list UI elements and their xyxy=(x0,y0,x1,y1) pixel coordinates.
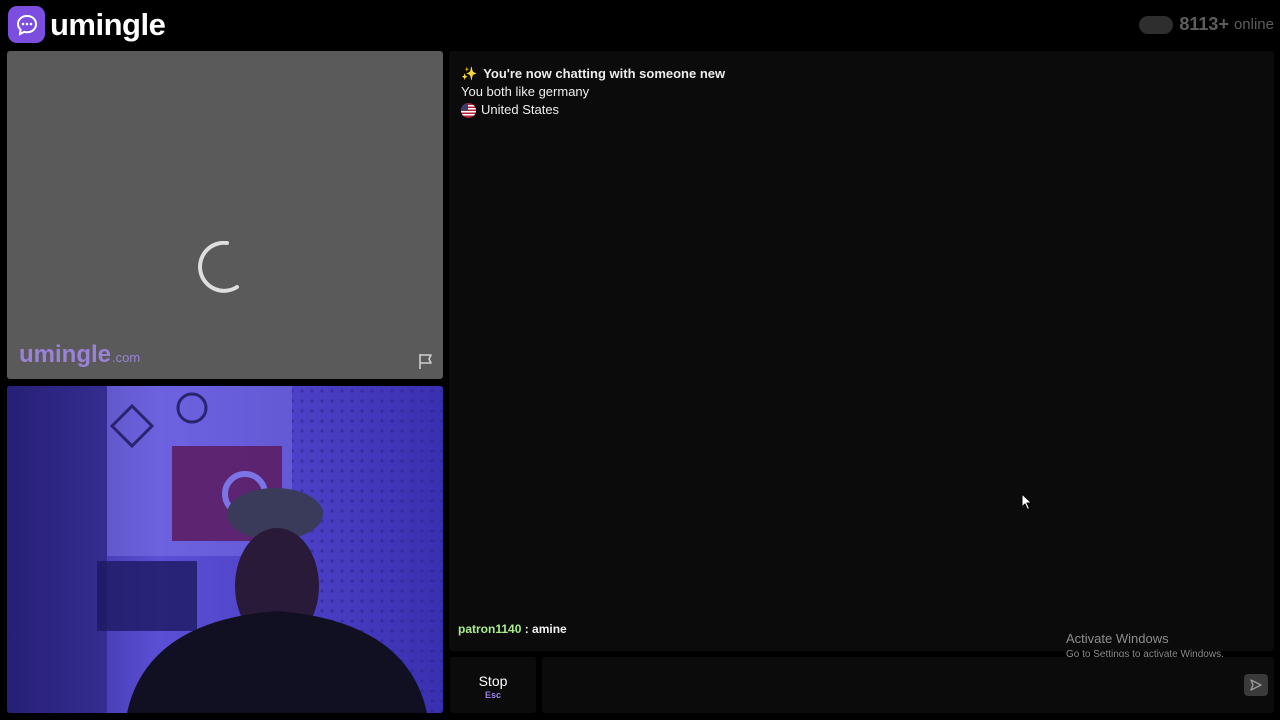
message-text: amine xyxy=(532,622,567,636)
system-message-text: You both like germany xyxy=(461,84,590,99)
system-message: United States xyxy=(461,101,559,119)
system-message: You both like germany xyxy=(461,83,589,101)
theme-toggle[interactable] xyxy=(1139,15,1174,34)
local-video xyxy=(7,386,443,713)
sparkles-icon: ✨ xyxy=(461,66,478,81)
send-button[interactable] xyxy=(1244,674,1268,696)
online-status: 8113+ online xyxy=(1139,14,1274,35)
chat-message: patron1140 : amine xyxy=(458,622,567,636)
video-watermark: umingle.com xyxy=(19,341,140,369)
logo[interactable]: umingle xyxy=(8,6,166,43)
report-flag-icon[interactable] xyxy=(417,352,435,370)
top-bar: umingle 8113+ online xyxy=(0,0,1280,50)
watermark-suffix: .com xyxy=(112,350,141,365)
message-composer xyxy=(542,657,1274,713)
chat-panel: ✨ You're now chatting with someone new Y… xyxy=(449,51,1274,651)
chat-bubble-icon xyxy=(8,6,45,43)
system-message-text: United States xyxy=(481,102,560,117)
stop-button[interactable]: Stop Esc xyxy=(450,657,536,713)
remote-video: umingle.com xyxy=(7,51,443,379)
online-count: 8113+ xyxy=(1179,14,1229,34)
loading-spinner-icon xyxy=(198,241,239,293)
logo-text: umingle xyxy=(50,7,166,42)
activation-title: Activate Windows xyxy=(1066,631,1169,646)
online-label: online xyxy=(1233,16,1274,33)
system-message: ✨ You're now chatting with someone new xyxy=(461,65,725,83)
windows-activation-notice: Activate Windows Go to Settings to activ… xyxy=(1066,631,1224,660)
stop-shortcut-hint: Esc xyxy=(484,690,501,700)
webcam-feed-image xyxy=(7,386,443,713)
stop-button-label: Stop xyxy=(478,673,508,689)
message-input[interactable] xyxy=(552,671,1232,699)
message-username: patron1140 xyxy=(458,622,522,636)
send-icon xyxy=(1250,679,1262,691)
us-flag-icon xyxy=(461,102,476,118)
mouse-cursor-icon xyxy=(1021,493,1033,511)
system-message-text: You're now chatting with someone new xyxy=(483,66,726,81)
watermark-main: umingle xyxy=(19,341,112,368)
message-separator: : xyxy=(521,622,533,636)
